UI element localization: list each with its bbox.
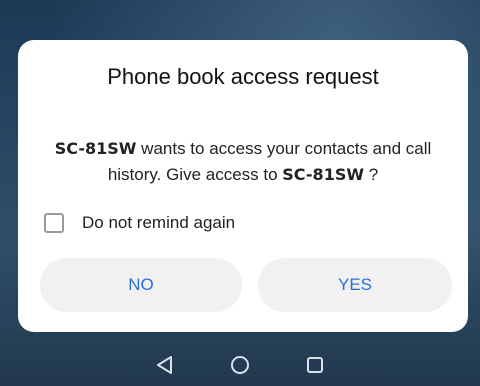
navigation-bar [0,346,480,386]
do-not-remind-label: Do not remind again [82,213,236,232]
home-icon [231,356,249,374]
device-name: SC-81SW [54,139,137,158]
message-text: wants to access your contacts and call h… [107,139,432,184]
yes-button[interactable]: YES [258,258,452,312]
do-not-remind-row[interactable]: Do not remind again [44,210,235,236]
access-request-dialog: Phone book access request SC-81SW wants … [18,40,468,332]
back-button[interactable] [150,350,180,380]
device-name: SC-81SW [282,165,364,184]
no-button[interactable]: NO [40,258,242,312]
back-icon [157,356,172,374]
do-not-remind-checkbox[interactable] [44,213,64,233]
dialog-message: SC-81SW wants to access your contacts an… [32,136,454,188]
dialog-title: Phone book access request [107,64,379,89]
recents-button[interactable] [300,350,330,380]
message-text: ? [364,165,379,184]
home-button[interactable] [225,350,255,380]
recents-icon [307,357,323,373]
